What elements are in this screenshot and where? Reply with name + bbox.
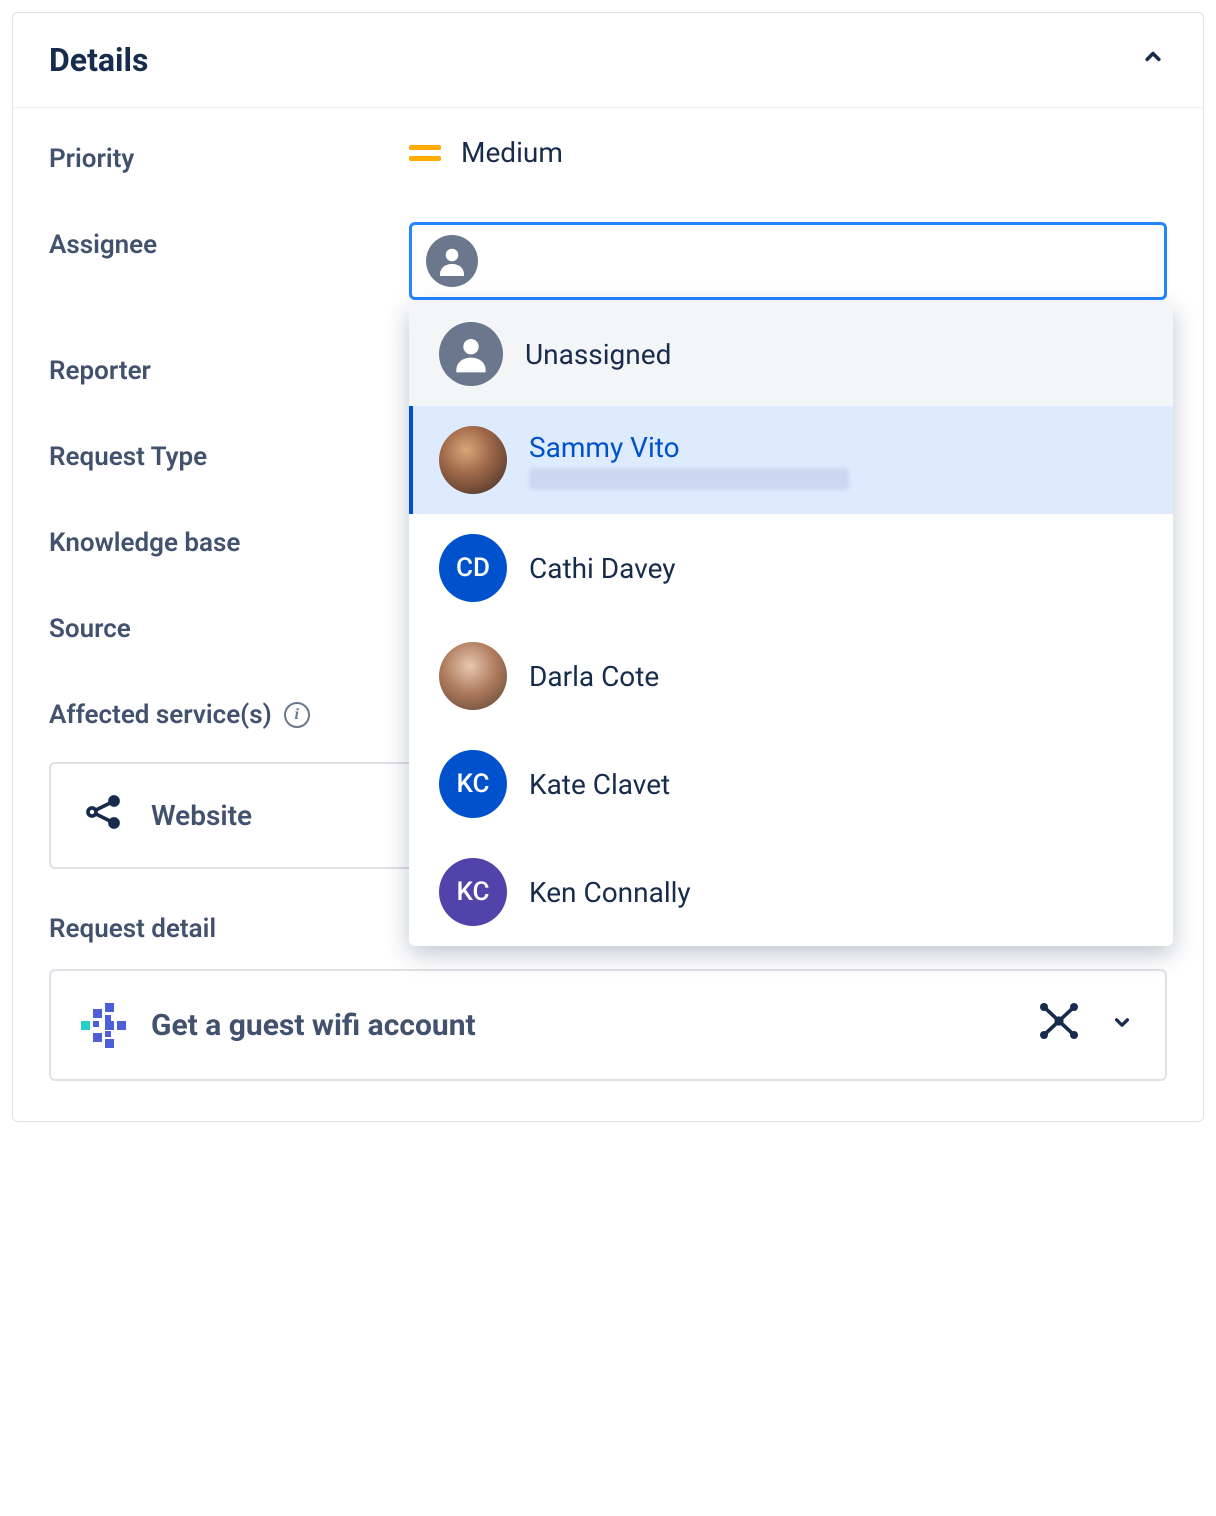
request-detail-item[interactable]: Get a guest wifi account bbox=[49, 969, 1167, 1081]
priority-label: Priority bbox=[49, 136, 409, 174]
assignee-option-kate-clavet[interactable]: KC Kate Clavet bbox=[409, 730, 1173, 838]
assignee-option-cathi-davey[interactable]: CD Cathi Davey bbox=[409, 514, 1173, 622]
field-assignee: Assignee Unassigned bbox=[49, 222, 1167, 300]
reporter-label: Reporter bbox=[49, 348, 409, 386]
panel-body: Priority Medium Assignee bbox=[13, 108, 1203, 1121]
option-name: Cathi Davey bbox=[529, 552, 676, 585]
option-name: Darla Cote bbox=[529, 660, 659, 693]
service-nodes-icon bbox=[81, 790, 125, 841]
assignee-option-sammy-vito[interactable]: Sammy Vito bbox=[409, 406, 1173, 514]
assignee-dropdown: Unassigned Sammy Vito CD Cathi Davey bbox=[409, 302, 1173, 946]
avatar-initials: CD bbox=[439, 534, 507, 602]
option-subtext-redacted bbox=[529, 468, 849, 490]
avatar-photo bbox=[439, 426, 507, 494]
option-name: Sammy Vito bbox=[529, 431, 680, 464]
request-item-text: Get a guest wifi account bbox=[151, 1008, 476, 1043]
priority-text: Medium bbox=[461, 136, 563, 169]
chevron-up-icon bbox=[1139, 43, 1167, 77]
option-name: Ken Connally bbox=[529, 876, 691, 909]
assignee-option-darla-cote[interactable]: Darla Cote bbox=[409, 622, 1173, 730]
source-label: Source bbox=[49, 606, 409, 644]
request-type-label: Request Type bbox=[49, 434, 409, 472]
priority-medium-icon bbox=[409, 141, 441, 165]
chevron-down-icon[interactable] bbox=[1109, 1009, 1135, 1041]
service-name: Website bbox=[151, 799, 252, 832]
affected-services-label-text: Affected service(s) bbox=[49, 700, 272, 730]
person-icon bbox=[439, 322, 503, 386]
assignee-option-ken-connally[interactable]: KC Ken Connally bbox=[409, 838, 1173, 946]
avatar-initials: KC bbox=[439, 858, 507, 926]
assignee-input[interactable] bbox=[409, 222, 1167, 300]
details-panel: Details Priority Medium Assignee bbox=[12, 12, 1204, 1122]
option-name: Kate Clavet bbox=[529, 768, 670, 801]
panel-title: Details bbox=[49, 41, 148, 79]
info-icon[interactable]: i bbox=[284, 702, 310, 728]
option-name: Unassigned bbox=[525, 338, 671, 371]
network-icon[interactable] bbox=[1035, 997, 1083, 1053]
field-priority: Priority Medium bbox=[49, 136, 1167, 174]
request-detail-title: Request detail bbox=[49, 914, 216, 944]
wifi-request-icon bbox=[81, 1003, 125, 1047]
assignee-label: Assignee bbox=[49, 222, 409, 260]
avatar-photo bbox=[439, 642, 507, 710]
person-icon bbox=[426, 235, 478, 287]
details-header[interactable]: Details bbox=[13, 13, 1203, 108]
knowledge-base-label: Knowledge base bbox=[49, 520, 409, 558]
priority-value[interactable]: Medium bbox=[409, 136, 1167, 169]
avatar-initials: KC bbox=[439, 750, 507, 818]
assignee-option-unassigned[interactable]: Unassigned bbox=[409, 302, 1173, 406]
affected-services-label: Affected service(s) i bbox=[49, 692, 409, 730]
assignee-value-wrapper: Unassigned Sammy Vito CD Cathi Davey bbox=[409, 222, 1167, 300]
